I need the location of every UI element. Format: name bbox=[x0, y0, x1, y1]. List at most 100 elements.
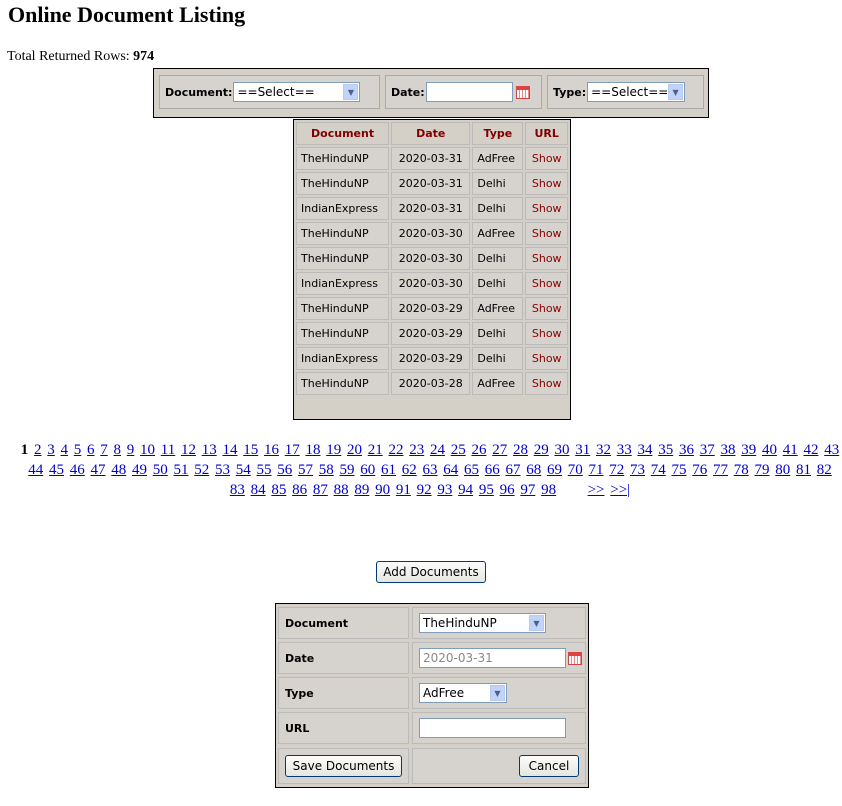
page-link[interactable]: 55 bbox=[257, 462, 272, 478]
date-filter-input[interactable] bbox=[425, 82, 513, 102]
show-link[interactable]: Show bbox=[525, 222, 568, 245]
page-link[interactable]: 23 bbox=[409, 442, 424, 458]
page-link[interactable]: 51 bbox=[174, 462, 189, 478]
page-link[interactable]: 63 bbox=[423, 462, 438, 478]
column-header-date[interactable]: Date bbox=[391, 122, 471, 145]
chevron-down-icon[interactable]: ▼ bbox=[668, 84, 684, 100]
chevron-down-icon[interactable]: ▼ bbox=[490, 685, 505, 701]
show-link[interactable]: Show bbox=[525, 197, 568, 220]
page-link[interactable]: 19 bbox=[326, 442, 341, 458]
add-documents-button[interactable]: Add Documents bbox=[376, 561, 486, 583]
page-link[interactable]: 68 bbox=[526, 462, 541, 478]
show-link[interactable]: Show bbox=[525, 322, 568, 345]
page-link[interactable]: 82 bbox=[817, 462, 832, 478]
page-link[interactable]: 84 bbox=[251, 482, 266, 498]
page-link[interactable]: 26 bbox=[471, 442, 486, 458]
page-link[interactable]: 37 bbox=[700, 442, 715, 458]
page-link[interactable]: 3 bbox=[47, 442, 55, 458]
page-link[interactable]: 80 bbox=[775, 462, 790, 478]
page-link[interactable]: 31 bbox=[575, 442, 590, 458]
calendar-icon[interactable] bbox=[568, 651, 582, 665]
page-link[interactable]: 56 bbox=[277, 462, 292, 478]
show-link[interactable]: Show bbox=[525, 147, 568, 170]
cancel-button[interactable]: Cancel bbox=[519, 755, 579, 777]
page-link[interactable]: 81 bbox=[796, 462, 811, 478]
page-link[interactable]: 71 bbox=[589, 462, 604, 478]
document-filter-select[interactable]: ==Select== ▼ bbox=[233, 82, 361, 102]
page-link[interactable]: 32 bbox=[596, 442, 611, 458]
page-link[interactable]: 65 bbox=[464, 462, 479, 478]
page-link[interactable]: 57 bbox=[298, 462, 313, 478]
show-link[interactable]: Show bbox=[525, 247, 568, 270]
show-link[interactable]: Show bbox=[525, 347, 568, 370]
page-link[interactable]: 28 bbox=[513, 442, 528, 458]
page-link[interactable]: 20 bbox=[347, 442, 362, 458]
page-link[interactable]: 42 bbox=[803, 442, 818, 458]
calendar-icon[interactable] bbox=[515, 85, 530, 99]
page-link[interactable]: 15 bbox=[243, 442, 258, 458]
page-link[interactable]: 59 bbox=[340, 462, 355, 478]
page-link[interactable]: 14 bbox=[222, 442, 237, 458]
page-link[interactable]: 60 bbox=[360, 462, 375, 478]
page-link[interactable]: 36 bbox=[679, 442, 694, 458]
form-url-input[interactable] bbox=[419, 718, 566, 738]
page-link[interactable]: 30 bbox=[554, 442, 569, 458]
form-date-input[interactable]: 2020-03-31 bbox=[419, 648, 566, 668]
page-link[interactable]: 40 bbox=[762, 442, 777, 458]
type-filter-select[interactable]: ==Select== ▼ bbox=[587, 82, 686, 102]
page-link[interactable]: 9 bbox=[127, 442, 135, 458]
page-link[interactable]: 22 bbox=[388, 442, 403, 458]
page-link[interactable]: 86 bbox=[292, 482, 307, 498]
page-link[interactable]: 93 bbox=[437, 482, 452, 498]
chevron-down-icon[interactable]: ▼ bbox=[529, 615, 544, 631]
page-link[interactable]: 67 bbox=[506, 462, 521, 478]
page-link[interactable]: 64 bbox=[443, 462, 458, 478]
page-link[interactable]: 46 bbox=[70, 462, 85, 478]
page-link[interactable]: 74 bbox=[651, 462, 666, 478]
page-link[interactable]: 24 bbox=[430, 442, 445, 458]
page-link[interactable]: 70 bbox=[568, 462, 583, 478]
page-link[interactable]: 49 bbox=[132, 462, 147, 478]
page-link[interactable]: 34 bbox=[637, 442, 652, 458]
column-header-type[interactable]: Type bbox=[472, 122, 524, 145]
page-link[interactable]: 85 bbox=[271, 482, 286, 498]
page-link[interactable]: 62 bbox=[402, 462, 417, 478]
page-link[interactable]: 45 bbox=[49, 462, 64, 478]
last-page-link[interactable]: >>| bbox=[610, 482, 630, 498]
page-link[interactable]: 13 bbox=[202, 442, 217, 458]
page-link[interactable]: 52 bbox=[194, 462, 209, 478]
page-link[interactable]: 66 bbox=[485, 462, 500, 478]
show-link[interactable]: Show bbox=[525, 172, 568, 195]
page-link[interactable]: 54 bbox=[236, 462, 251, 478]
page-link[interactable]: 11 bbox=[161, 442, 175, 458]
page-link[interactable]: 91 bbox=[396, 482, 411, 498]
page-link[interactable]: 87 bbox=[313, 482, 328, 498]
page-link[interactable]: 73 bbox=[630, 462, 645, 478]
page-link[interactable]: 43 bbox=[824, 442, 839, 458]
show-link[interactable]: Show bbox=[525, 372, 568, 395]
page-link[interactable]: 83 bbox=[230, 482, 245, 498]
page-link[interactable]: 38 bbox=[720, 442, 735, 458]
save-documents-button[interactable]: Save Documents bbox=[285, 755, 402, 777]
chevron-down-icon[interactable]: ▼ bbox=[343, 84, 359, 100]
column-header-url[interactable]: URL bbox=[525, 122, 568, 145]
page-link[interactable]: 72 bbox=[609, 462, 624, 478]
page-link[interactable]: 97 bbox=[520, 482, 535, 498]
page-link[interactable]: 6 bbox=[87, 442, 95, 458]
page-link[interactable]: 33 bbox=[617, 442, 632, 458]
page-link[interactable]: 92 bbox=[417, 482, 432, 498]
page-link[interactable]: 17 bbox=[285, 442, 300, 458]
page-link[interactable]: 2 bbox=[34, 442, 42, 458]
page-link[interactable]: 44 bbox=[28, 462, 43, 478]
page-link[interactable]: 25 bbox=[451, 442, 466, 458]
page-link[interactable]: 7 bbox=[100, 442, 108, 458]
form-type-select[interactable]: AdFree ▼ bbox=[419, 683, 507, 703]
page-link[interactable]: 89 bbox=[354, 482, 369, 498]
page-link[interactable]: 41 bbox=[783, 442, 798, 458]
page-link[interactable]: 10 bbox=[140, 442, 155, 458]
page-link[interactable]: 90 bbox=[375, 482, 390, 498]
page-link[interactable]: 95 bbox=[479, 482, 494, 498]
page-link[interactable]: 5 bbox=[74, 442, 82, 458]
page-link[interactable]: 88 bbox=[334, 482, 349, 498]
page-link[interactable]: 94 bbox=[458, 482, 473, 498]
